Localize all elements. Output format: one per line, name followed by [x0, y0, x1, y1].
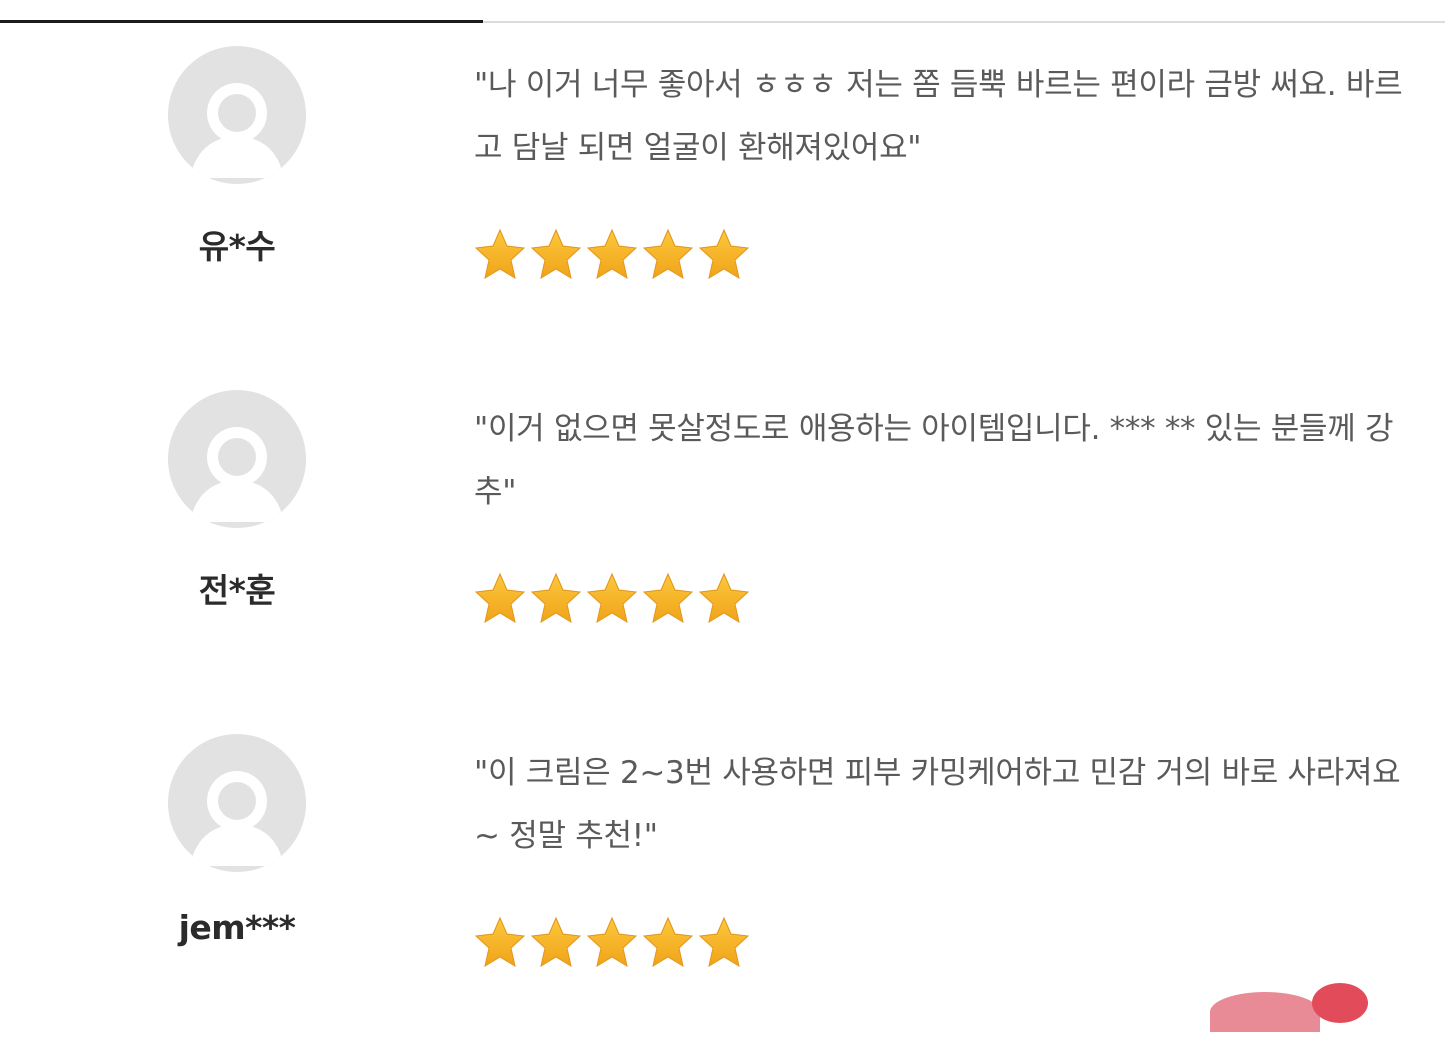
star-icon: [640, 226, 696, 284]
star-icon: [696, 914, 752, 972]
review-item: 유*수 "나 이거 너무 좋아서 ㅎㅎㅎ 저는 쫌 듬뿍 바르는 편이라 금방 …: [0, 46, 1445, 376]
review-item: 전*훈 "이거 없으면 못살정도로 애용하는 아이템입니다. *** ** 있는…: [0, 390, 1445, 720]
star-icon: [584, 570, 640, 628]
reviewer-name: 전*훈: [198, 571, 276, 610]
reviewer-name: jem***: [178, 908, 296, 947]
star-icon: [528, 570, 584, 628]
star-icon: [640, 570, 696, 628]
notification-badge: [1312, 983, 1368, 1023]
star-rating: [472, 570, 752, 628]
avatar-icon: [168, 46, 306, 184]
star-rating: [472, 914, 752, 972]
avatar-icon: [168, 734, 306, 872]
review-text: "이거 없으면 못살정도로 애용하는 아이템입니다. *** ** 있는 분들께…: [474, 411, 1394, 510]
star-icon: [584, 914, 640, 972]
active-tab-indicator: [0, 20, 483, 23]
reviewer-name: 유*수: [198, 227, 276, 266]
star-icon: [472, 570, 528, 628]
star-icon: [528, 914, 584, 972]
star-icon: [472, 914, 528, 972]
star-icon: [528, 226, 584, 284]
star-icon: [696, 226, 752, 284]
star-icon: [696, 570, 752, 628]
star-icon: [584, 226, 640, 284]
star-icon: [640, 914, 696, 972]
review-text: "이 크림은 2~3번 사용하면 피부 카밍케어하고 민감 거의 바로 사라져요…: [474, 755, 1401, 854]
avatar-icon: [168, 390, 306, 528]
star-rating: [472, 226, 752, 284]
star-icon: [472, 226, 528, 284]
review-text: "나 이거 너무 좋아서 ㅎㅎㅎ 저는 쫌 듬뿍 바르는 편이라 금방 써요. …: [474, 67, 1403, 166]
floating-chat-button[interactable]: [1210, 992, 1320, 1032]
